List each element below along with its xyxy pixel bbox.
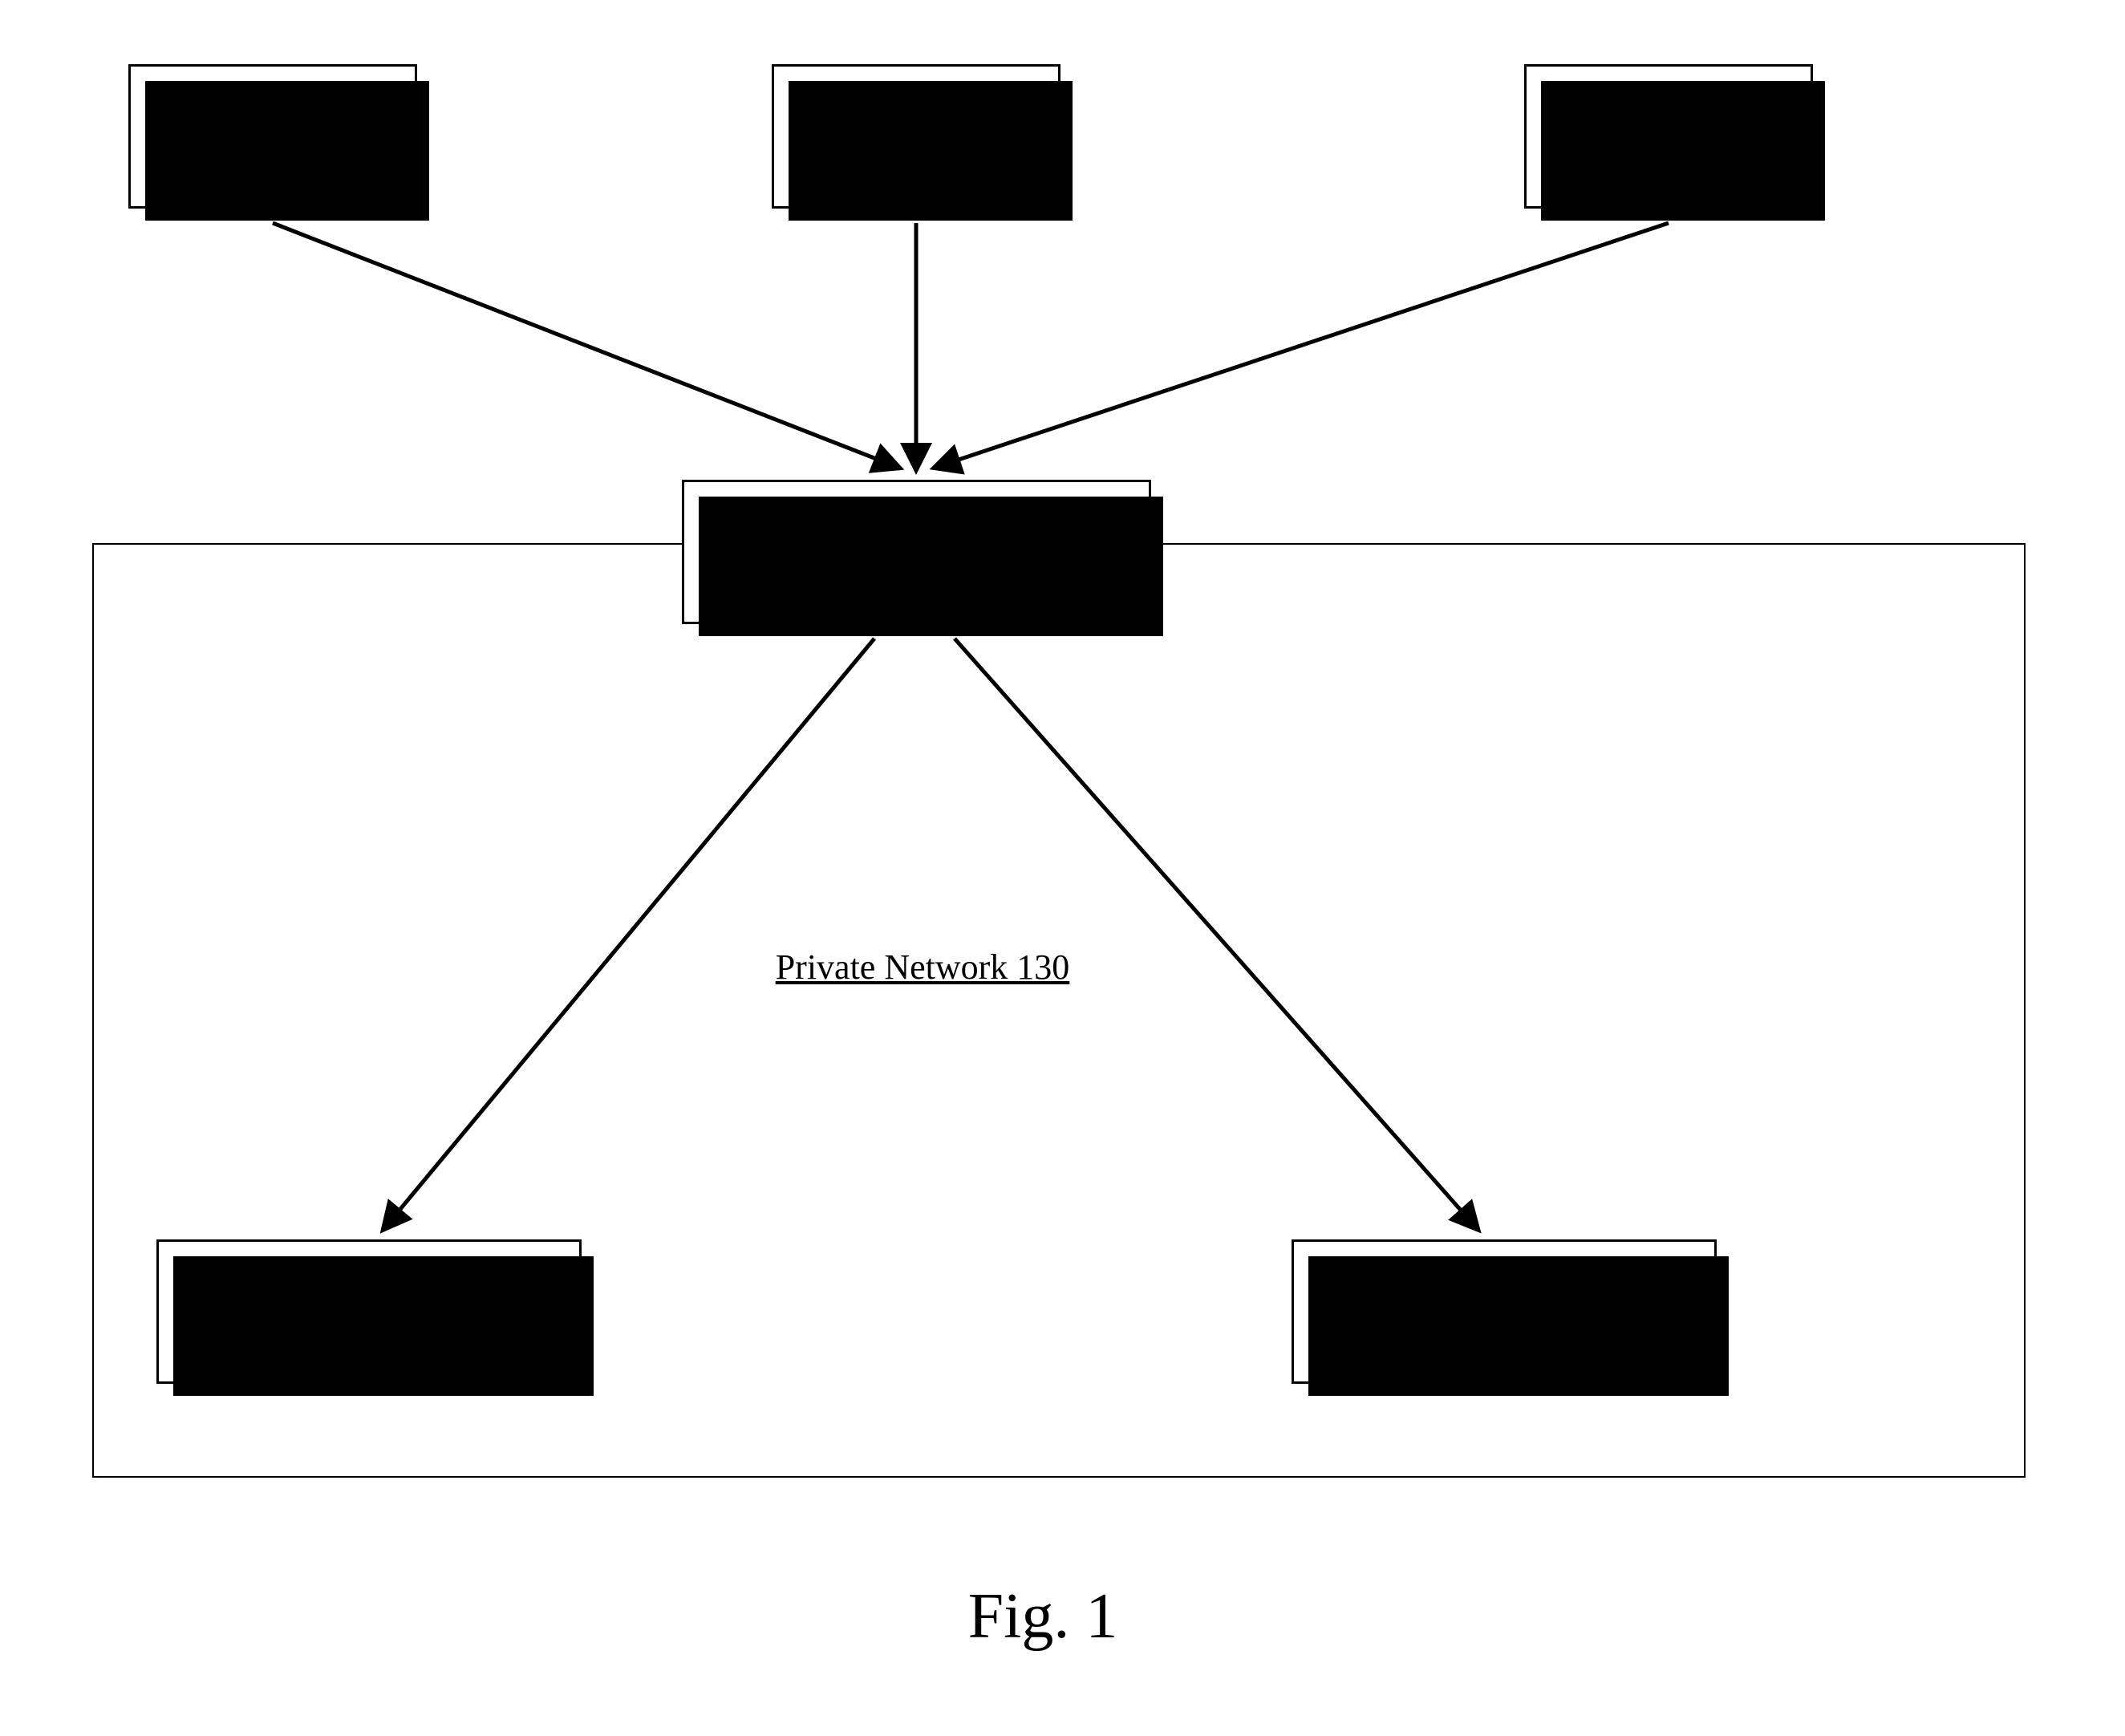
private-service-server-150: Private Service Server 150 xyxy=(156,1239,582,1384)
arrow-client100-to-router xyxy=(273,223,897,467)
application-router-box: Application Router 140 xyxy=(682,480,1151,624)
figure-label: Fig. 1 xyxy=(882,1580,1203,1653)
client-ref: 110 xyxy=(890,138,942,179)
figure-canvas: Client 100 Client 110 Client 120 Applica… xyxy=(0,0,2125,1736)
private-service-server-160: Private Service Server 160 xyxy=(1292,1239,1717,1384)
client-title: Client xyxy=(873,94,959,135)
client-box-110: Client 110 xyxy=(772,64,1060,209)
arrow-client120-to-router xyxy=(937,223,1669,467)
client-box-100: Client 100 xyxy=(128,64,417,209)
server-ref: 150 xyxy=(343,1313,395,1354)
private-network-label: Private Network 130 xyxy=(746,947,1099,988)
client-box-120: Client 120 xyxy=(1524,64,1813,209)
router-title: Application Router xyxy=(781,509,1052,550)
client-title: Client xyxy=(1625,94,1712,135)
client-ref: 120 xyxy=(1642,138,1695,179)
server-ref: 160 xyxy=(1478,1313,1531,1354)
router-ref: 140 xyxy=(890,554,943,594)
client-title: Client xyxy=(229,94,316,135)
client-ref: 100 xyxy=(246,138,299,179)
server-title: Private Service Server xyxy=(211,1269,526,1310)
server-title: Private Service Server xyxy=(1346,1269,1661,1310)
